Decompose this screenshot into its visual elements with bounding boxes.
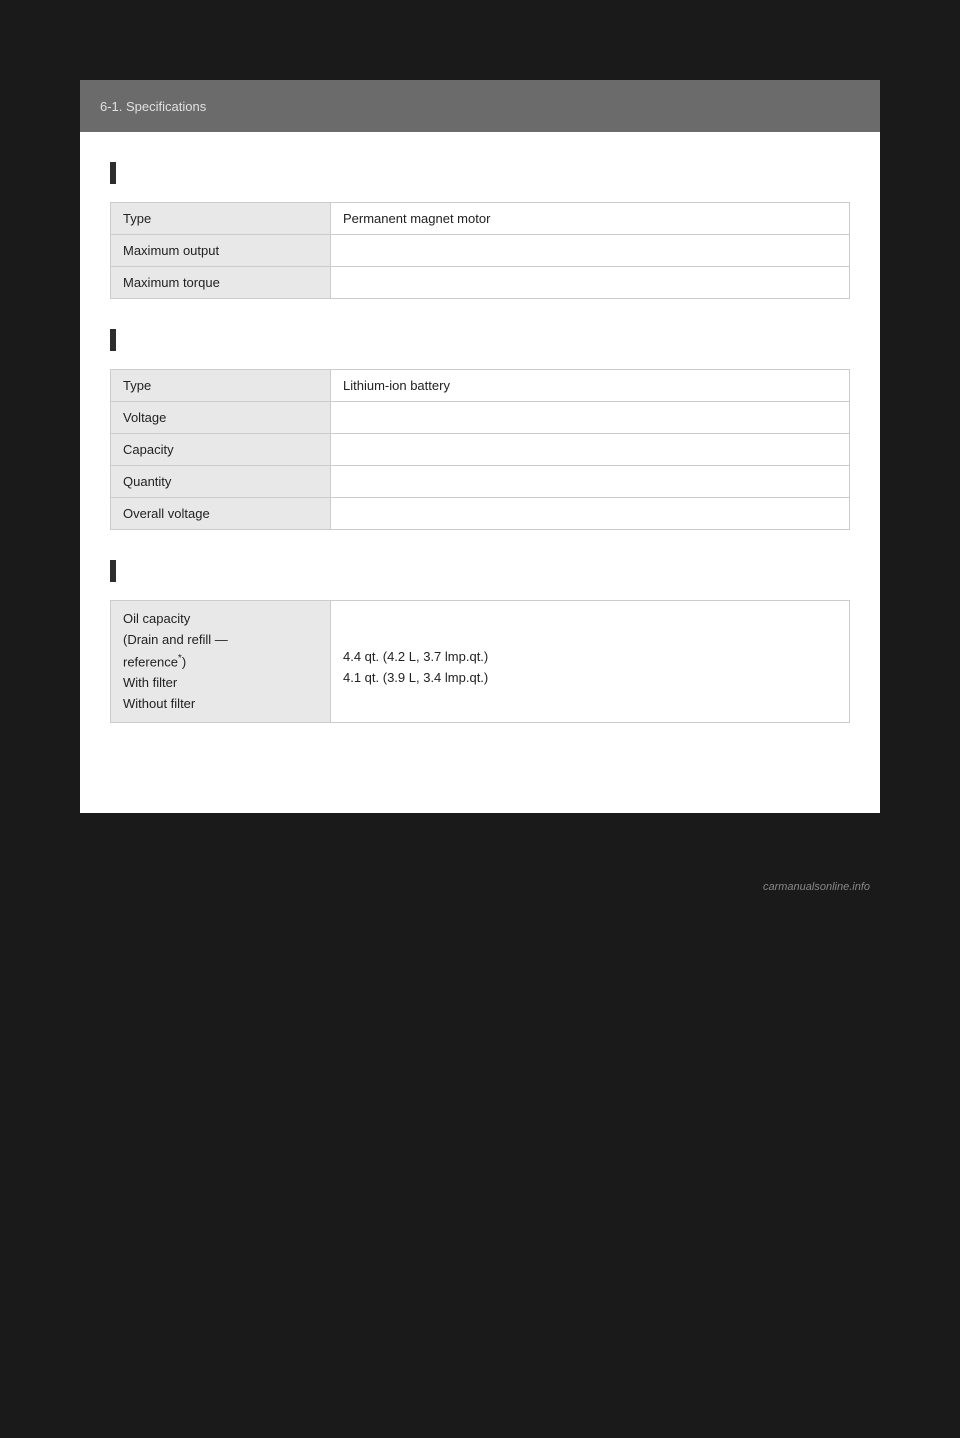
table-row: Maximum torque: [111, 267, 850, 299]
label-cell: Maximum torque: [111, 267, 331, 299]
table-row: Quantity: [111, 466, 850, 498]
label-cell: Voltage: [111, 402, 331, 434]
label-cell: Maximum output: [111, 235, 331, 267]
electric-motor-table: Type Permanent magnet motor Maximum outp…: [110, 202, 850, 299]
value-cell: [331, 235, 850, 267]
footer-logo: carmanualsonline.info: [763, 881, 870, 893]
table-row: Capacity: [111, 434, 850, 466]
section-marker-3: [110, 560, 116, 582]
value-cell: [331, 267, 850, 299]
section-title: 6-1. Specifications: [100, 99, 206, 114]
page-wrapper: 6-1. Specifications Type Permanent magne…: [0, 80, 960, 1438]
content-area: Type Permanent magnet motor Maximum outp…: [80, 132, 880, 813]
table-row: Overall voltage: [111, 498, 850, 530]
label-cell: Type: [111, 370, 331, 402]
value-cell: 4.4 qt. (4.2 L, 3.7 lmp.qt.) 4.1 qt. (3.…: [331, 601, 850, 723]
footer-area: carmanualsonline.info: [0, 813, 960, 913]
value-cell: [331, 466, 850, 498]
hv-battery-table: Type Lithium-ion battery Voltage Capacit…: [110, 369, 850, 530]
value-cell: [331, 498, 850, 530]
value-cell: [331, 402, 850, 434]
table-row: Type Lithium-ion battery: [111, 370, 850, 402]
label-cell: Type: [111, 203, 331, 235]
label-cell: Oil capacity (Drain and refill — referen…: [111, 601, 331, 723]
engine-oil-section: Oil capacity (Drain and refill — referen…: [110, 560, 850, 723]
electric-motor-section: Type Permanent magnet motor Maximum outp…: [110, 162, 850, 299]
label-cell: Overall voltage: [111, 498, 331, 530]
hv-battery-section: Type Lithium-ion battery Voltage Capacit…: [110, 329, 850, 530]
table-row: Maximum output: [111, 235, 850, 267]
value-cell: [331, 434, 850, 466]
value-cell: Lithium-ion battery: [331, 370, 850, 402]
label-cell: Capacity: [111, 434, 331, 466]
section-marker-2: [110, 329, 116, 351]
table-row: Voltage: [111, 402, 850, 434]
table-row: Oil capacity (Drain and refill — referen…: [111, 601, 850, 723]
value-cell: Permanent magnet motor: [331, 203, 850, 235]
footnote-symbol: *: [178, 653, 182, 664]
label-cell: Quantity: [111, 466, 331, 498]
header-bar: 6-1. Specifications: [80, 80, 880, 132]
engine-oil-table: Oil capacity (Drain and refill — referen…: [110, 600, 850, 723]
table-row: Type Permanent magnet motor: [111, 203, 850, 235]
section-marker-1: [110, 162, 116, 184]
